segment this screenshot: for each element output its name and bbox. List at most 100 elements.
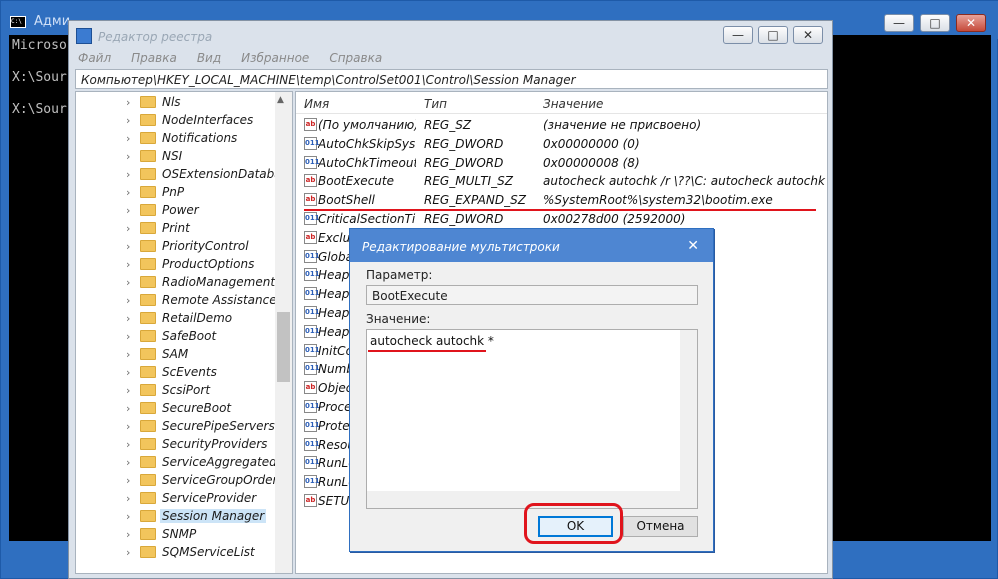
tree-node[interactable]: › SAM (76, 345, 275, 363)
tree-node[interactable]: › SafeBoot (76, 327, 275, 345)
chevron-right-icon[interactable]: › (126, 330, 130, 343)
regedit-minimize-button[interactable]: — (723, 26, 753, 44)
chevron-right-icon[interactable]: › (126, 222, 130, 235)
chevron-right-icon[interactable]: › (126, 546, 130, 559)
regedit-titlebar[interactable]: Редактор реестра — □ ✕ (69, 21, 832, 49)
tree-node[interactable]: › NSI (76, 147, 275, 165)
tree-node-label: SAM (162, 347, 189, 361)
menu-file[interactable]: Файл (75, 49, 114, 69)
tree-node[interactable]: › ServiceGroupOrder (76, 471, 275, 489)
chevron-right-icon[interactable]: › (126, 528, 130, 541)
tree-node[interactable]: › Remote Assistance (76, 291, 275, 309)
cancel-button[interactable]: Отмена (623, 516, 698, 537)
tree-node[interactable]: › ProductOptions (76, 255, 275, 273)
regedit-close-button[interactable]: ✕ (793, 26, 823, 44)
value-row[interactable]: 011 CriticalSectionTi... REG_DWORD 0x00278d… (296, 210, 827, 228)
address-bar[interactable]: Компьютер\HKEY_LOCAL_MACHINE\temp\Contro… (75, 69, 828, 89)
chevron-right-icon[interactable]: › (126, 438, 130, 451)
regedit-maximize-button[interactable]: □ (758, 26, 788, 44)
folder-icon (140, 402, 156, 414)
chevron-right-icon[interactable]: › (126, 312, 130, 325)
chevron-right-icon[interactable]: › (126, 456, 130, 469)
folder-icon (140, 366, 156, 378)
tree-node[interactable]: › SQMServiceList (76, 543, 275, 561)
tree-node[interactable]: › Power (76, 201, 275, 219)
value-row[interactable]: ab BootExecute REG_MULTI_SZ autocheck autoc… (296, 172, 827, 190)
tree-node[interactable]: › NodeInterfaces (76, 111, 275, 129)
chevron-right-icon[interactable]: › (126, 96, 130, 109)
tree-scrollbar[interactable]: ▲ (275, 92, 292, 573)
tree-node[interactable]: › ScEvents (76, 363, 275, 381)
chevron-right-icon[interactable]: › (126, 258, 130, 271)
param-label: Параметр: (366, 268, 433, 282)
chevron-right-icon[interactable]: › (126, 240, 130, 253)
values-header: Имя Тип Значение (296, 92, 827, 114)
chevron-right-icon[interactable]: › (126, 384, 130, 397)
tree-node[interactable]: › SecurityProviders (76, 435, 275, 453)
string-value-icon: ab (304, 230, 317, 244)
dialog-titlebar[interactable]: Редактирование мультистроки ✕ (350, 229, 713, 262)
value-name: CriticalSectionTi... (318, 212, 416, 226)
value-hscrollbar[interactable] (367, 491, 680, 508)
menu-help[interactable]: Справка (326, 49, 385, 69)
chevron-right-icon[interactable]: › (126, 186, 130, 199)
value-row[interactable]: ab BootShell REG_EXPAND_SZ %SystemRoot%\sys… (296, 191, 827, 209)
tree-node-label: Remote Assistance (162, 293, 275, 307)
binary-value-icon: 011 (304, 437, 320, 451)
chevron-right-icon[interactable]: › (126, 474, 130, 487)
cmd-maximize-button[interactable]: □ (920, 14, 950, 32)
column-data[interactable]: Значение (543, 97, 603, 111)
chevron-right-icon[interactable]: › (126, 366, 130, 379)
cmd-close-button[interactable]: ✕ (956, 14, 986, 32)
tree-node[interactable]: › Nls (76, 93, 275, 111)
tree-node[interactable]: › RadioManagement (76, 273, 275, 291)
tree-node[interactable]: › SecurePipeServers (76, 417, 275, 435)
value-row[interactable]: 011 AutoChkSkipSys... REG_DWORD 0x00000000 … (296, 135, 827, 153)
value-row[interactable]: ab (По умолчанию) REG_SZ (значение не присв… (296, 116, 827, 134)
folder-icon (140, 438, 156, 450)
tree-node[interactable]: › OSExtensionDatabase (76, 165, 275, 183)
close-icon[interactable]: ✕ (687, 238, 699, 254)
chevron-right-icon[interactable]: › (126, 402, 130, 415)
tree-node[interactable]: › Notifications (76, 129, 275, 147)
value-vscrollbar[interactable] (680, 330, 697, 508)
chevron-right-icon[interactable]: › (126, 276, 130, 289)
chevron-right-icon[interactable]: › (126, 114, 130, 127)
tree-node[interactable]: › RetailDemo (76, 309, 275, 327)
chevron-right-icon[interactable]: › (126, 492, 130, 505)
tree-node[interactable]: › Print (76, 219, 275, 237)
tree-node[interactable]: › SecureBoot (76, 399, 275, 417)
menu-edit[interactable]: Правка (128, 49, 180, 69)
binary-value-icon: 011 (304, 249, 320, 263)
tree-node-label: ServiceGroupOrder (162, 473, 275, 487)
menu-favorites[interactable]: Избранное (238, 49, 312, 69)
scroll-up-icon[interactable]: ▲ (277, 95, 284, 105)
chevron-right-icon[interactable]: › (126, 150, 130, 163)
chevron-right-icon[interactable]: › (126, 132, 130, 145)
tree-node[interactable]: › ScsiPort (76, 381, 275, 399)
chevron-right-icon[interactable]: › (126, 294, 130, 307)
key-tree[interactable]: › Nls › NodeInterfaces › Notifications › NSI › OS… (75, 91, 293, 574)
binary-value-icon: 011 (304, 418, 320, 432)
tree-scroll-thumb[interactable] (277, 312, 290, 382)
chevron-right-icon[interactable]: › (126, 348, 130, 361)
value-data: autocheck autochk /r \??\C: autocheck au… (543, 174, 828, 189)
value-textarea[interactable]: autocheck autochk * (366, 329, 698, 509)
cmd-minimize-button[interactable]: — (884, 14, 914, 32)
value-row[interactable]: 011 AutoChkTimeout REG_DWORD 0x00000008 (8) (296, 154, 827, 172)
menu-view[interactable]: Вид (194, 49, 224, 69)
chevron-right-icon[interactable]: › (126, 420, 130, 433)
column-type[interactable]: Тип (424, 97, 447, 111)
tree-node[interactable]: › ServiceProvider (76, 489, 275, 507)
tree-node-label: ScEvents (162, 365, 217, 379)
chevron-right-icon[interactable]: › (126, 204, 130, 217)
binary-value-icon: 011 (304, 343, 320, 357)
tree-node[interactable]: › Session Manager (76, 507, 275, 525)
tree-node[interactable]: › PnP (76, 183, 275, 201)
chevron-right-icon[interactable]: › (126, 510, 130, 523)
tree-node[interactable]: › SNMP (76, 525, 275, 543)
tree-node[interactable]: › PriorityControl (76, 237, 275, 255)
column-name[interactable]: Имя (304, 97, 329, 111)
tree-node[interactable]: › ServiceAggregatedEv (76, 453, 275, 471)
chevron-right-icon[interactable]: › (126, 168, 130, 181)
